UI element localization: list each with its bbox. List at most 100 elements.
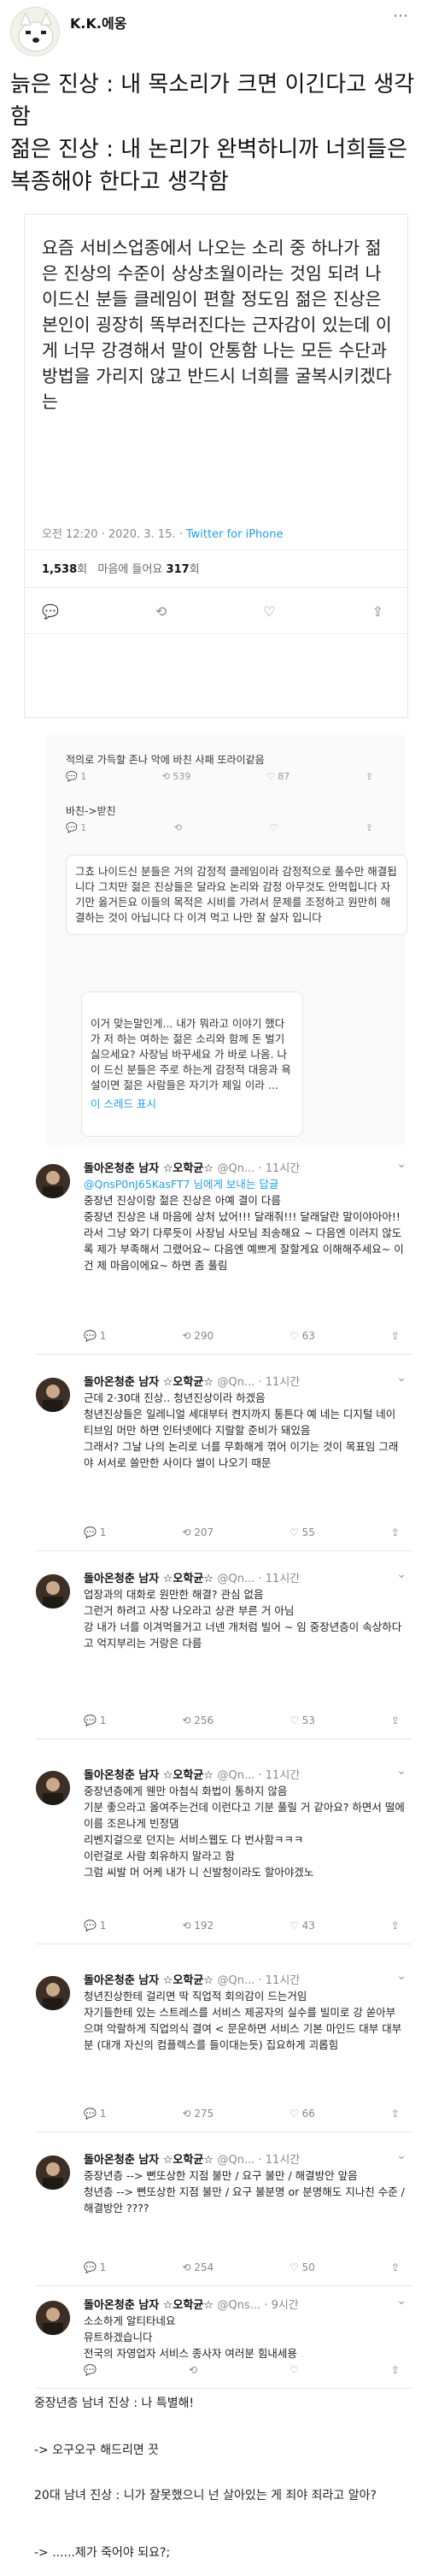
- share-icon[interactable]: ⇪: [391, 1920, 400, 1932]
- author-handle: @Qns...: [217, 2299, 261, 2312]
- retweet-count[interactable]: 1,538: [42, 563, 77, 576]
- screenshot-root: K.K.에옹 ⋯ 늙은 진상 : 내 목소리가 크면 이긴다고 생각함 젊은 진…: [0, 0, 427, 2576]
- avatar[interactable]: [36, 2301, 70, 2335]
- post-text: 늙은 진상 : 내 목소리가 크면 이긴다고 생각함 젊은 진상 : 내 논리가…: [10, 72, 415, 195]
- profile-avatar[interactable]: [10, 7, 60, 56]
- like-count: 87: [278, 771, 290, 782]
- heart-icon[interactable]: ♡: [263, 603, 275, 620]
- reply-author[interactable]: 돌아온청춘 남자 ☆오학균☆ @Qn... · 11시간: [84, 1569, 300, 1585]
- chevron-down-icon[interactable]: ⌄: [396, 1567, 407, 1581]
- author-name[interactable]: 돌아온청춘 남자 ☆오학균☆: [84, 2154, 214, 2167]
- chevron-down-icon[interactable]: ⌄: [396, 1969, 407, 1983]
- reply-icon[interactable]: 💬 1: [84, 1920, 106, 1932]
- reply-time: 11시간: [265, 1376, 301, 1389]
- reply-time: 11시간: [265, 2154, 301, 2167]
- retweet-icon[interactable]: ⟲ 254: [182, 2261, 214, 2273]
- share-icon[interactable]: ⇪: [366, 822, 373, 833]
- chevron-down-icon[interactable]: ⌄: [396, 2294, 407, 2308]
- reply-text: 소소하게 알티타네요 뮤트하겠습니다 전국의 자영업자 서비스 종사자 여러분 …: [84, 2314, 297, 2360]
- heart-icon[interactable]: ♡ 53: [290, 1714, 315, 1726]
- profile-username[interactable]: K.K.에옹: [70, 12, 126, 32]
- reply-icon[interactable]: 💬 1: [66, 771, 86, 782]
- reply-actions: 💬 1 ⟲ 207 ♡ 55 ⇪: [84, 1526, 400, 1538]
- share-icon[interactable]: ⇪: [391, 1330, 400, 1342]
- share-icon[interactable]: ⇪: [391, 2364, 400, 2376]
- share-icon[interactable]: ⇪: [391, 2108, 400, 2120]
- chevron-down-icon[interactable]: ⌄: [396, 1157, 407, 1171]
- reply-icon[interactable]: 💬 1: [84, 2108, 106, 2120]
- heart-icon[interactable]: ♡ 66: [290, 2108, 315, 2120]
- share-icon[interactable]: ⇪: [391, 2261, 400, 2273]
- reply-item[interactable]: 돌아온청춘 남자 ☆오학균☆ @Qns... · 9시간 ⌄ 소소하게 알티타네요 …: [36, 2291, 412, 2393]
- quoted-reply[interactable]: 그쵸 나이드신 분들은 거의 감정적 클레임이라 감정적으로 풀수만 해결됩니다…: [66, 855, 407, 935]
- retweet-icon[interactable]: ⟲: [155, 603, 167, 620]
- reply-item[interactable]: 돌아온청춘 남자 ☆오학균☆ @Qn... · 11시간 ⌄ 근데 2·30대 진상…: [36, 1367, 412, 1556]
- chevron-down-icon[interactable]: ⌄: [396, 1764, 407, 1778]
- avatar[interactable]: [36, 1378, 70, 1412]
- tweet-source-link[interactable]: Twitter for iPhone: [186, 528, 284, 541]
- heart-icon[interactable]: ♡: [269, 822, 278, 833]
- quoted-reply[interactable]: 이거 맞는말인게... 내가 뭐라고 이야기 했다가 저 하는 여하는 젊은 소…: [81, 991, 303, 1137]
- retweet-count: 256: [194, 1714, 214, 1726]
- author-name[interactable]: 돌아온청춘 남자 ☆오학균☆: [84, 2299, 214, 2312]
- share-icon[interactable]: ⇪: [391, 1526, 400, 1538]
- reply-item[interactable]: 돌아온청춘 남자 ☆오학균☆ @Qn... · 11시간 ⌄ 중장년층에게 웬만 아…: [36, 1761, 412, 1949]
- reply-author[interactable]: 돌아온청춘 남자 ☆오학균☆ @Qn... · 11시간: [84, 1971, 300, 1987]
- avatar[interactable]: [36, 1164, 70, 1198]
- reply-item[interactable]: 돌아온청춘 남자 ☆오학균☆ @Qn... · 11시간 ⌄ @QnsP0nJ65K…: [36, 1154, 412, 1359]
- author-name[interactable]: 돌아온청춘 남자 ☆오학균☆: [84, 1162, 214, 1175]
- chevron-down-icon[interactable]: ⌄: [396, 1371, 407, 1385]
- reply-time: 11시간: [265, 1974, 301, 1987]
- tweet-text: 요즘 서비스업종에서 나오는 소리 중 하나가 젊은 진상의 수준이 상상초월이…: [42, 238, 392, 412]
- avatar[interactable]: [36, 1976, 70, 2010]
- reply-item[interactable]: 돌아온청춘 남자 ☆오학균☆ @Qn... · 11시간 ⌄ 업장과의 대화로 원만…: [36, 1564, 412, 1744]
- avatar[interactable]: [36, 2155, 70, 2190]
- reply-author[interactable]: 돌아온청춘 남자 ☆오학균☆ @Qn... · 11시간: [84, 1766, 300, 1782]
- reply-author[interactable]: 돌아온청춘 남자 ☆오학균☆ @Qn... · 11시간: [84, 2150, 300, 2167]
- reply-actions: 💬 1 ⟲ 256 ♡ 53 ⇪: [84, 1714, 400, 1726]
- heart-icon[interactable]: ♡: [290, 2364, 299, 2376]
- heart-icon[interactable]: ♡ 43: [290, 1920, 315, 1932]
- share-icon[interactable]: ⇪: [372, 603, 383, 620]
- reply-icon[interactable]: 💬: [42, 603, 59, 620]
- reply-icon[interactable]: 💬 1: [84, 2261, 106, 2273]
- retweet-icon[interactable]: ⟲: [189, 2364, 197, 2376]
- reply-icon[interactable]: 💬: [84, 2364, 97, 2376]
- retweet-icon[interactable]: ⟲ 275: [182, 2108, 214, 2120]
- heart-icon[interactable]: ♡ 87: [266, 771, 290, 782]
- avatar[interactable]: [36, 1771, 70, 1805]
- embedded-tweet: 요즘 서비스업종에서 나오는 소리 중 하나가 젊은 진상의 수준이 상상초월이…: [24, 214, 408, 718]
- reply-icon[interactable]: 💬 1: [66, 822, 86, 833]
- reply-to-mention[interactable]: @QnsP0nJ65KasFT7 님에게 보내는 답글: [84, 1176, 405, 1192]
- author-name[interactable]: 돌아온청춘 남자 ☆오학균☆: [84, 1573, 214, 1585]
- author-name[interactable]: 돌아온청춘 남자 ☆오학균☆: [84, 1974, 214, 1987]
- reply-item[interactable]: 돌아온청춘 남자 ☆오학균☆ @Qn... · 11시간 ⌄ 청년진상한테 걸리면 …: [36, 1966, 412, 2137]
- heart-icon[interactable]: ♡ 50: [290, 2261, 315, 2273]
- reply-icon[interactable]: 💬 1: [84, 1714, 106, 1726]
- retweet-icon[interactable]: ⟲ 192: [182, 1920, 214, 1932]
- chevron-down-icon[interactable]: ⌄: [396, 2149, 407, 2162]
- share-icon[interactable]: ⇪: [391, 1714, 400, 1726]
- share-icon[interactable]: ⇪: [366, 771, 373, 782]
- like-count[interactable]: 317: [167, 563, 190, 576]
- retweet-icon[interactable]: ⟲ 290: [182, 1330, 214, 1342]
- reply-author[interactable]: 돌아온청춘 남자 ☆오학균☆ @Qn... · 11시간: [84, 1159, 300, 1175]
- retweet-icon[interactable]: ⟲ 256: [182, 1714, 214, 1726]
- retweet-icon[interactable]: ⟲ 207: [182, 1526, 214, 1538]
- heart-icon[interactable]: ♡ 63: [290, 1330, 315, 1342]
- retweet-icon[interactable]: ⟲: [174, 822, 182, 833]
- reply-author[interactable]: 돌아온청춘 남자 ☆오학균☆ @Qns... · 9시간: [84, 2296, 299, 2312]
- author-name[interactable]: 돌아온청춘 남자 ☆오학균☆: [84, 1376, 214, 1389]
- show-thread-link[interactable]: 이 스레드 표시: [91, 1097, 294, 1112]
- reply-actions: 💬 1 ⟲ 192 ♡ 43 ⇪: [84, 1920, 400, 1932]
- reply-actions: 💬 ⟲ ♡ ⇪: [84, 2364, 400, 2376]
- heart-icon[interactable]: ♡ 55: [290, 1526, 315, 1538]
- avatar[interactable]: [36, 1574, 70, 1609]
- more-options-icon[interactable]: ⋯: [393, 7, 408, 25]
- reply-icon[interactable]: 💬 1: [84, 1330, 106, 1342]
- reply-item[interactable]: 돌아온청춘 남자 ☆오학균☆ @Qn... · 11시간 ⌄ 중장년층 --> 뻔또…: [36, 2145, 412, 2291]
- reply-icon[interactable]: 💬 1: [84, 1526, 106, 1538]
- retweet-icon[interactable]: ⟲ 539: [162, 771, 191, 782]
- reply-author[interactable]: 돌아온청춘 남자 ☆오학균☆ @Qn... · 11시간: [84, 1373, 300, 1389]
- author-name[interactable]: 돌아온청춘 남자 ☆오학균☆: [84, 1769, 214, 1782]
